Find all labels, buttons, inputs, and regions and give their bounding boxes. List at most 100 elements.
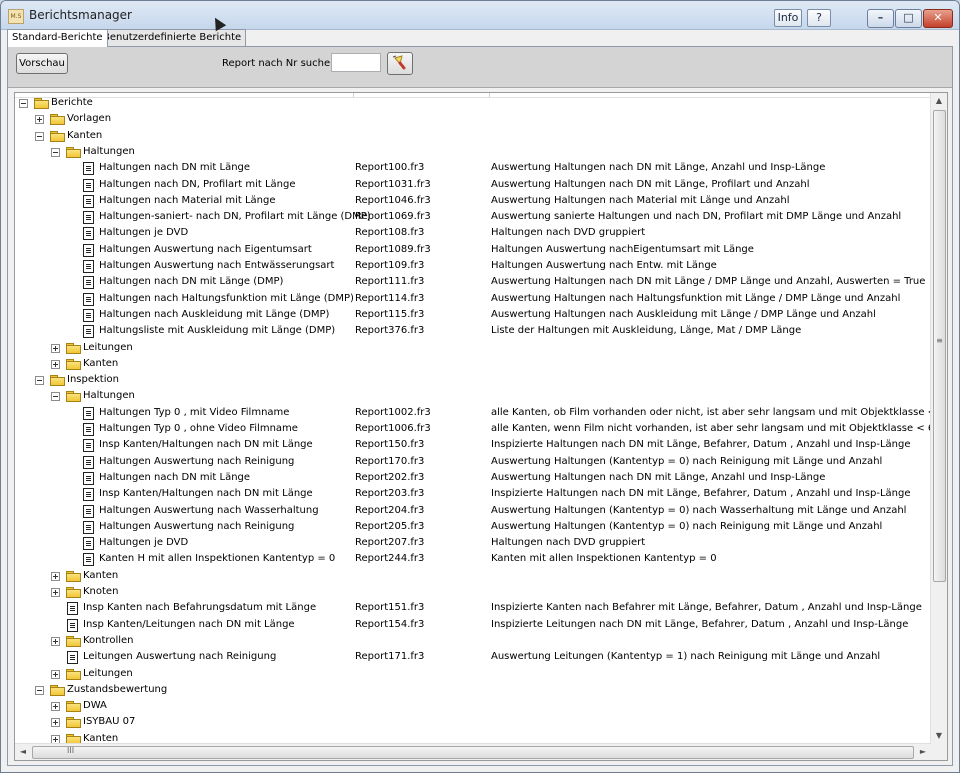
folder-icon bbox=[66, 358, 81, 370]
collapse-icon[interactable] bbox=[19, 99, 28, 108]
tree-folder-row[interactable]: Kontrollen bbox=[15, 633, 935, 649]
tree-report-row[interactable]: Haltungen Auswertung nach Wasserhaltung R… bbox=[15, 503, 935, 519]
maximize-button[interactable]: □ bbox=[895, 9, 922, 28]
tree-report-row[interactable]: Haltungen je DVD Report108.fr3 Haltungen n… bbox=[15, 225, 935, 241]
expand-icon[interactable] bbox=[51, 588, 60, 597]
report-description: Auswertung Haltungen (Kantentyp = 0) nac… bbox=[491, 504, 907, 516]
tree-report-row[interactable]: Haltungen je DVD Report207.fr3 Haltungen n… bbox=[15, 535, 935, 551]
tree-folder-row[interactable]: Haltungen bbox=[15, 144, 935, 160]
expand-icon[interactable] bbox=[51, 343, 60, 353]
tree-folder-row[interactable]: Kanten bbox=[15, 356, 935, 372]
tree-report-row[interactable]: Insp Kanten/Haltungen nach DN mit Länge R… bbox=[15, 437, 935, 453]
report-name: Haltungen Auswertung nach Eigentumsart bbox=[99, 243, 312, 255]
tree-item-label: Kanten bbox=[83, 569, 119, 581]
info-button[interactable]: Info bbox=[774, 9, 802, 27]
minimize-button[interactable]: – bbox=[867, 9, 894, 28]
tree-report-row[interactable]: Haltungen nach DN mit Länge Report202.fr3… bbox=[15, 470, 935, 486]
vertical-scroll-thumb[interactable]: ≡ bbox=[933, 110, 946, 582]
report-document-icon bbox=[83, 423, 94, 436]
tree-report-row[interactable]: Haltungen Auswertung nach Eigentumsart Re… bbox=[15, 242, 935, 258]
tree-report-row[interactable]: Haltungen Auswertung nach Reinigung Repor… bbox=[15, 454, 935, 470]
tab-benutzerdefinierte-berichte[interactable]: Benutzerdefinierte Berichte bbox=[98, 29, 247, 46]
expand-icon[interactable] bbox=[35, 115, 44, 125]
tree-folder-row[interactable]: Kanten bbox=[15, 128, 935, 144]
tree-folder-row[interactable]: Zustandsbewertung bbox=[15, 682, 935, 698]
report-file: Report108.fr3 bbox=[355, 227, 425, 239]
folder-icon bbox=[66, 391, 81, 403]
tree-item-label: Kanten bbox=[83, 357, 119, 369]
expand-icon[interactable] bbox=[51, 571, 60, 581]
report-file: Report1006.fr3 bbox=[355, 423, 431, 434]
tree-folder-row[interactable]: Leitungen bbox=[15, 666, 935, 682]
report-name: Haltungen nach DN, Profilart mit Länge bbox=[99, 178, 296, 190]
tree-report-row[interactable]: Insp Kanten/Leitungen nach DN mit Länge R… bbox=[15, 617, 935, 633]
collapse-icon[interactable] bbox=[51, 392, 60, 402]
tree-report-row[interactable]: Haltungen Auswertung nach Reinigung Repor… bbox=[15, 519, 935, 535]
tree-folder-row[interactable]: DWA bbox=[15, 698, 935, 714]
collapse-icon[interactable] bbox=[35, 131, 44, 141]
tree-folder-row[interactable]: Kanten bbox=[15, 568, 935, 584]
vertical-scrollbar[interactable]: ▲ ≡ ▼ bbox=[930, 93, 947, 744]
tree-report-row[interactable]: Haltungen nach Material mit Länge Report1… bbox=[15, 193, 935, 209]
search-label: Report nach Nr suchen: bbox=[222, 58, 340, 69]
report-document-icon bbox=[83, 292, 94, 306]
tree-report-row[interactable]: Haltungen-saniert- nach DN, Profilart mi… bbox=[15, 209, 935, 225]
tree-report-row[interactable]: Haltungen nach DN mit Länge Report100.fr3… bbox=[15, 160, 935, 176]
tree-folder-row[interactable]: Haltungen bbox=[15, 388, 935, 404]
report-file: Report1031.fr3 bbox=[355, 178, 431, 190]
preview-button[interactable]: Vorschau bbox=[16, 53, 68, 74]
berichtsmanager-window: M.S Berichtsmanager Info ? – □ ✕ Standar… bbox=[0, 0, 960, 773]
tree-report-row[interactable]: Haltungen nach DN mit Länge (DMP) Report1… bbox=[15, 274, 935, 290]
scroll-left-icon[interactable]: ◄ bbox=[15, 744, 31, 760]
report-document-icon bbox=[67, 651, 78, 665]
scroll-up-icon[interactable]: ▲ bbox=[931, 93, 947, 109]
expand-icon[interactable] bbox=[51, 718, 60, 728]
report-document-icon bbox=[83, 162, 94, 176]
tab-standard-berichte[interactable]: Standard-Berichte bbox=[7, 29, 108, 47]
tree-report-row[interactable]: Haltungsliste mit Auskleidung mit Länge … bbox=[15, 323, 935, 339]
tree-report-row[interactable]: Leitungen Auswertung nach Reinigung Repor… bbox=[15, 649, 935, 665]
expand-icon[interactable] bbox=[51, 636, 60, 646]
tree-report-row[interactable]: Haltungen nach Haltungsfunktion mit Läng… bbox=[15, 291, 935, 307]
toolbar: Vorschau Report nach Nr suchen: bbox=[8, 47, 952, 88]
expand-icon[interactable] bbox=[51, 359, 60, 369]
tree-report-row[interactable]: Haltungen Typ 0 , mit Video Filmname Repo… bbox=[15, 405, 946, 421]
tree-folder-row[interactable]: Knoten bbox=[15, 584, 935, 600]
expand-icon[interactable] bbox=[51, 702, 60, 712]
tree-report-row[interactable]: Insp Kanten nach Befahrungsdatum mit Län… bbox=[15, 600, 935, 616]
search-button[interactable] bbox=[387, 52, 413, 75]
help-button[interactable]: ? bbox=[807, 9, 831, 27]
report-number-search-input[interactable] bbox=[331, 53, 381, 72]
report-name: Haltungen je DVD bbox=[99, 227, 189, 239]
report-document-icon bbox=[83, 471, 94, 485]
scroll-corner bbox=[931, 744, 947, 760]
horizontal-scrollbar[interactable]: ◄ III ► bbox=[15, 743, 931, 760]
folder-icon bbox=[66, 146, 81, 158]
tree-folder-row[interactable]: Inspektion bbox=[15, 372, 935, 388]
tree-report-row[interactable]: Haltungen Typ 0 , ohne Video Filmname Rep… bbox=[15, 421, 947, 437]
collapse-icon[interactable] bbox=[35, 685, 44, 695]
tree-report-row[interactable]: Haltungen nach Auskleidung mit Länge (DM… bbox=[15, 307, 935, 323]
tree-report-row[interactable]: Haltungen Auswertung nach Entwässerungsa… bbox=[15, 258, 935, 274]
collapse-icon[interactable] bbox=[35, 376, 44, 386]
expand-icon[interactable] bbox=[51, 669, 60, 679]
tree-report-row[interactable]: Insp Kanten/Haltungen nach DN mit Länge R… bbox=[15, 486, 935, 502]
tree-folder-row[interactable]: Berichte bbox=[15, 95, 935, 111]
report-document-icon bbox=[83, 243, 94, 257]
tree-folder-row[interactable]: Leitungen bbox=[15, 340, 935, 356]
collapse-icon[interactable] bbox=[51, 147, 60, 157]
report-name: Haltungen Typ 0 , ohne Video Filmname bbox=[99, 423, 298, 434]
tree-folder-row[interactable]: ISYBAU 07 bbox=[15, 714, 935, 730]
tree-report-row[interactable]: Kanten H mit allen Inspektionen Kantenty… bbox=[15, 551, 935, 567]
scroll-down-icon[interactable]: ▼ bbox=[931, 728, 947, 744]
report-description: Auswertung Haltungen nach DN mit Länge, … bbox=[491, 178, 810, 190]
scroll-right-icon[interactable]: ► bbox=[915, 744, 931, 760]
horizontal-scroll-thumb[interactable]: III bbox=[32, 746, 914, 759]
close-button[interactable]: ✕ bbox=[923, 9, 953, 28]
report-name: Leitungen Auswertung nach Reinigung bbox=[83, 651, 277, 663]
report-name: Kanten H mit allen Inspektionen Kantenty… bbox=[99, 553, 336, 565]
tree-folder-row[interactable]: Vorlagen bbox=[15, 111, 935, 127]
report-tree-list[interactable]: Berichte Vorlagen Kanten Haltungen Haltungen… bbox=[14, 92, 948, 761]
title-bar[interactable]: M.S Berichtsmanager Info ? – □ ✕ bbox=[1, 1, 959, 30]
tree-report-row[interactable]: Haltungen nach DN, Profilart mit Länge Re… bbox=[15, 177, 935, 193]
